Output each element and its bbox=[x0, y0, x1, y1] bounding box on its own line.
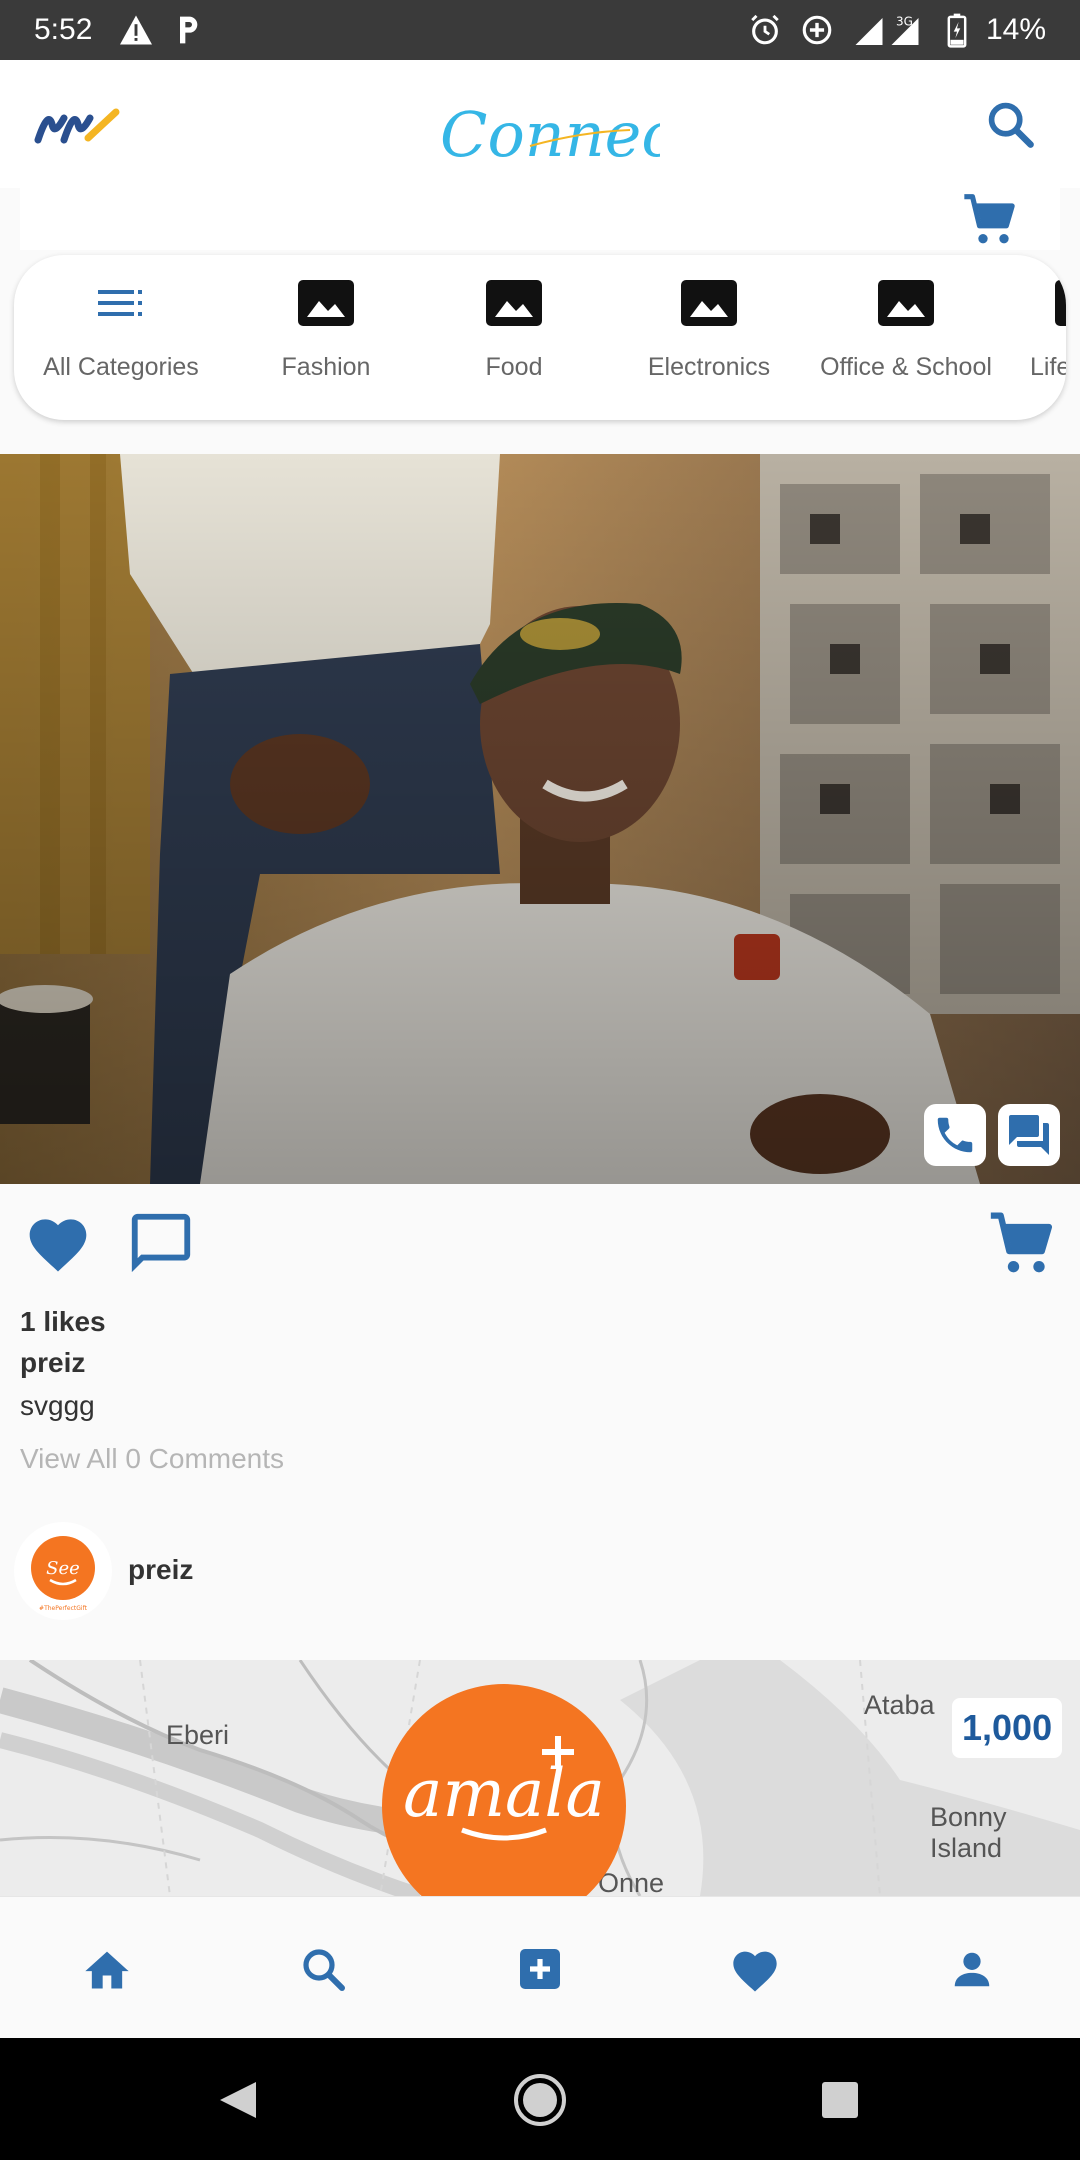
svg-text:amala: amala bbox=[403, 1755, 605, 1832]
map-label-bonny-island: Bonny Island bbox=[930, 1802, 1007, 1863]
cart-strip bbox=[20, 188, 1060, 250]
signal-icon: 3G bbox=[852, 12, 928, 48]
battery-icon bbox=[946, 12, 968, 48]
category-label: Electronics bbox=[647, 353, 771, 381]
map-label-ataba: Ataba bbox=[864, 1690, 935, 1720]
category-fashion[interactable]: Fashion bbox=[244, 255, 408, 420]
profile-icon[interactable] bbox=[942, 1939, 1002, 1999]
category-office-school[interactable]: Office & School bbox=[806, 255, 1006, 420]
svg-text:Connect: Connect bbox=[440, 98, 660, 171]
post-actions bbox=[0, 1190, 1080, 1300]
category-label: Fashion bbox=[281, 353, 371, 381]
cart-icon[interactable] bbox=[986, 1210, 1058, 1278]
svg-text:3G: 3G bbox=[896, 15, 913, 29]
category-bar: All Categories Fashion Food Electronics … bbox=[14, 255, 1066, 420]
category-label: Office & School bbox=[820, 353, 992, 381]
bottom-nav bbox=[0, 1896, 1080, 2038]
recents-icon[interactable] bbox=[822, 2082, 858, 2118]
post-image[interactable] bbox=[0, 454, 1080, 1184]
image-icon bbox=[1054, 277, 1066, 329]
category-label: All Categories bbox=[43, 353, 199, 381]
battery-level: 14% bbox=[985, 13, 1046, 46]
image-icon bbox=[484, 277, 544, 329]
price-badge[interactable]: 1,000 bbox=[952, 1698, 1063, 1758]
view-comments-link[interactable]: View All 0 Comments bbox=[20, 1443, 284, 1475]
back-icon[interactable] bbox=[220, 2082, 256, 2118]
category-life[interactable]: Life bbox=[1014, 255, 1066, 420]
search-icon[interactable] bbox=[293, 1939, 353, 1999]
parking-icon bbox=[174, 14, 202, 46]
status-time: 5:52 bbox=[34, 13, 93, 46]
svg-text:See: See bbox=[46, 1558, 80, 1579]
category-food[interactable]: Food bbox=[434, 255, 594, 420]
home-icon[interactable] bbox=[77, 1939, 137, 1999]
brand-logo: Connect bbox=[440, 74, 701, 184]
post-username[interactable]: preiz bbox=[20, 1347, 85, 1379]
app-bar: Connect bbox=[0, 60, 1080, 188]
category-label: Food bbox=[485, 353, 543, 381]
system-navigation-bar bbox=[0, 2038, 1080, 2160]
amala-logo[interactable]: amala bbox=[382, 1684, 626, 1896]
add-icon[interactable] bbox=[510, 1939, 570, 1999]
status-bar: 5:52 3G 14% bbox=[0, 0, 1080, 60]
chat-button[interactable] bbox=[998, 1104, 1060, 1166]
warning-icon bbox=[118, 14, 154, 46]
map-card[interactable]: Eberi Ataba Bonny Island Onne amala 1,00… bbox=[0, 1660, 1080, 1896]
comment-icon[interactable] bbox=[126, 1208, 196, 1278]
like-count[interactable]: 1 likes bbox=[20, 1306, 106, 1338]
image-icon bbox=[876, 277, 936, 329]
heart-icon[interactable] bbox=[24, 1210, 92, 1274]
image-icon bbox=[679, 277, 739, 329]
author-row[interactable]: See #ThePerfectGift preiz bbox=[0, 1510, 1080, 1630]
category-label: Life bbox=[1030, 353, 1066, 381]
image-icon bbox=[296, 277, 356, 329]
phone-button[interactable] bbox=[924, 1104, 986, 1166]
heart-icon[interactable] bbox=[725, 1939, 785, 1999]
svg-text:#ThePerfectGift: #ThePerfectGift bbox=[39, 1605, 88, 1612]
list-icon bbox=[91, 277, 151, 329]
phone-icon bbox=[937, 1117, 973, 1153]
map-label-eberi: Eberi bbox=[166, 1720, 230, 1750]
data-saver-icon bbox=[800, 13, 834, 47]
nn-logo-icon[interactable] bbox=[34, 100, 120, 150]
category-electronics[interactable]: Electronics bbox=[614, 255, 804, 420]
cart-icon[interactable] bbox=[960, 192, 1020, 248]
chat-icon bbox=[1009, 1115, 1049, 1155]
post-caption: svggg bbox=[20, 1390, 95, 1421]
category-all[interactable]: All Categories bbox=[14, 255, 228, 420]
avatar[interactable]: See #ThePerfectGift bbox=[14, 1522, 112, 1620]
author-name[interactable]: preiz bbox=[128, 1554, 193, 1586]
alarm-icon bbox=[748, 13, 782, 47]
search-icon[interactable] bbox=[984, 98, 1036, 150]
